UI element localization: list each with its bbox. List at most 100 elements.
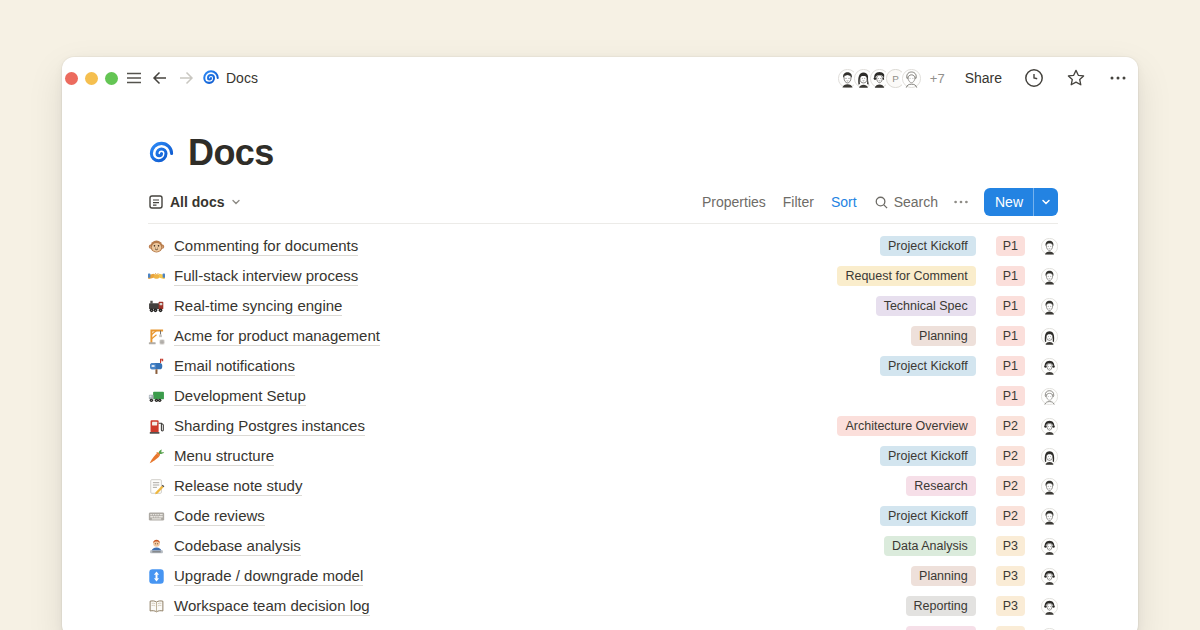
doc-title-link[interactable]: Commenting for documents: [174, 237, 358, 256]
doc-priority-tag[interactable]: P1: [996, 356, 1025, 376]
doc-type-tag[interactable]: Planning: [911, 326, 976, 346]
doc-type-tag[interactable]: Research: [906, 476, 976, 496]
doc-title-link[interactable]: Upgrade / downgrade model: [174, 567, 363, 586]
favorite-star-icon[interactable]: [1066, 68, 1086, 88]
list-view-icon: [148, 194, 164, 210]
doc-type-tag[interactable]: Request for Comment: [837, 266, 975, 286]
doc-title-link[interactable]: Workspace team decision log: [174, 597, 370, 616]
app-window: Docs +7 Share Docs All docs Properties F…: [62, 57, 1138, 630]
doc-type-tag[interactable]: Planning: [911, 566, 976, 586]
sidebar-toggle-icon[interactable]: [125, 69, 143, 87]
doc-type-tag[interactable]: Project Kickoff: [880, 356, 976, 376]
doc-priority-tag[interactable]: P3: [996, 596, 1025, 616]
sort-button[interactable]: Sort: [831, 194, 857, 210]
doc-priority-tag[interactable]: P1: [996, 386, 1025, 406]
doc-row[interactable]: Codebase analysis Data Analysis P3: [148, 531, 1058, 561]
doc-owner-avatar[interactable]: [1041, 388, 1058, 405]
doc-type-tag[interactable]: Project Kickoff: [880, 446, 976, 466]
doc-row[interactable]: Full-stack interview process Request for…: [148, 261, 1058, 291]
doc-owner-avatar[interactable]: [1041, 418, 1058, 435]
breadcrumb[interactable]: Docs: [226, 70, 258, 86]
zoom-window-button[interactable]: [105, 72, 118, 85]
doc-row[interactable]: Menu structure Project Kickoff P2: [148, 441, 1058, 471]
doc-priority-tag[interactable]: P3: [996, 626, 1025, 630]
doc-row[interactable]: Commenting for documents Project Kickoff…: [148, 231, 1058, 261]
more-options-icon[interactable]: [1108, 68, 1128, 88]
doc-type-tag[interactable]: Project Kickoff: [880, 236, 976, 256]
new-button-chevron[interactable]: [1034, 188, 1058, 216]
doc-owner-avatar[interactable]: [1041, 478, 1058, 495]
doc-row[interactable]: Workspace team decision log Reporting P3: [148, 591, 1058, 621]
page-content: Docs All docs Properties Filter Sort Sea…: [62, 132, 1138, 630]
doc-priority-tag[interactable]: P3: [996, 566, 1025, 586]
doc-title-link[interactable]: Menu structure: [174, 447, 274, 466]
doc-type-tag[interactable]: Research: [906, 626, 976, 630]
filter-button[interactable]: Filter: [783, 194, 814, 210]
collaborator-avatars[interactable]: [836, 67, 923, 90]
doc-title-link[interactable]: Real-time syncing engine: [174, 297, 342, 316]
doc-priority-tag[interactable]: P2: [996, 416, 1025, 436]
new-button[interactable]: New: [984, 188, 1058, 216]
close-window-button[interactable]: [65, 72, 78, 85]
doc-title-link[interactable]: Email notifications: [174, 357, 295, 376]
doc-row[interactable]: Development Setup P1: [148, 381, 1058, 411]
doc-owner-avatar[interactable]: [1041, 568, 1058, 585]
doc-row[interactable]: Real-time syncing engine Technical Spec …: [148, 291, 1058, 321]
doc-title-link[interactable]: Full-stack interview process: [174, 267, 358, 286]
avatar-overflow-count[interactable]: +7: [930, 71, 945, 86]
share-button[interactable]: Share: [965, 70, 1002, 86]
doc-type-tag[interactable]: Architecture Overview: [837, 416, 975, 436]
doc-owner-avatar[interactable]: [1041, 508, 1058, 525]
doc-title-link[interactable]: Release note study: [174, 477, 302, 496]
doc-title-link[interactable]: Performance feedback: [174, 627, 325, 630]
search-button[interactable]: Search: [874, 194, 938, 210]
doc-row[interactable]: Code reviews Project Kickoff P2: [148, 501, 1058, 531]
doc-owner-avatar[interactable]: [1041, 598, 1058, 615]
doc-owner-avatar[interactable]: [1041, 358, 1058, 375]
doc-title-link[interactable]: Acme for product management: [174, 327, 380, 346]
doc-row[interactable]: Upgrade / downgrade model Planning P3: [148, 561, 1058, 591]
forward-icon[interactable]: [177, 69, 195, 87]
doc-row[interactable]: Email notifications Project Kickoff P1: [148, 351, 1058, 381]
doc-row[interactable]: Acme for product management Planning P1: [148, 321, 1058, 351]
view-switcher[interactable]: All docs: [148, 194, 242, 210]
doc-priority-tag[interactable]: P3: [996, 536, 1025, 556]
properties-button[interactable]: Properties: [702, 194, 766, 210]
doc-priority-tag[interactable]: P2: [996, 476, 1025, 496]
doc-emoji-icon: [148, 268, 165, 285]
docs-page-logo-icon: [148, 140, 175, 167]
doc-emoji-icon: [148, 358, 165, 375]
doc-priority-tag[interactable]: P2: [996, 446, 1025, 466]
doc-priority-tag[interactable]: P2: [996, 506, 1025, 526]
page-header: Docs: [148, 132, 1058, 174]
doc-owner-avatar[interactable]: [1041, 298, 1058, 315]
doc-owner-avatar[interactable]: [1041, 448, 1058, 465]
doc-title-link[interactable]: Codebase analysis: [174, 537, 301, 556]
doc-type-tag[interactable]: Data Analysis: [884, 536, 976, 556]
new-button-label[interactable]: New: [984, 188, 1033, 216]
doc-title-link[interactable]: Code reviews: [174, 507, 265, 526]
doc-title-link[interactable]: Sharding Postgres instances: [174, 417, 365, 436]
doc-owner-avatar[interactable]: [1041, 328, 1058, 345]
minimize-window-button[interactable]: [85, 72, 98, 85]
doc-owner-avatar[interactable]: [1041, 238, 1058, 255]
doc-row[interactable]: Release note study Research P2: [148, 471, 1058, 501]
doc-row[interactable]: Sharding Postgres instances Architecture…: [148, 411, 1058, 441]
doc-priority-tag[interactable]: P1: [996, 296, 1025, 316]
doc-owner-avatar[interactable]: [1041, 538, 1058, 555]
doc-title-link[interactable]: Development Setup: [174, 387, 306, 406]
doc-emoji-icon: [148, 388, 165, 405]
titlebar: Docs +7 Share: [62, 57, 1138, 99]
doc-type-tag[interactable]: Reporting: [906, 596, 976, 616]
view-more-options-icon[interactable]: [952, 193, 970, 211]
doc-priority-tag[interactable]: P1: [996, 326, 1025, 346]
collaborator-avatar[interactable]: [900, 67, 923, 90]
doc-priority-tag[interactable]: P1: [996, 266, 1025, 286]
doc-owner-avatar[interactable]: [1041, 268, 1058, 285]
doc-type-tag[interactable]: Project Kickoff: [880, 506, 976, 526]
back-icon[interactable]: [151, 69, 169, 87]
doc-priority-tag[interactable]: P1: [996, 236, 1025, 256]
updates-clock-icon[interactable]: [1024, 68, 1044, 88]
doc-type-tag[interactable]: Technical Spec: [876, 296, 976, 316]
doc-row[interactable]: Performance feedback Research P3: [148, 621, 1058, 630]
